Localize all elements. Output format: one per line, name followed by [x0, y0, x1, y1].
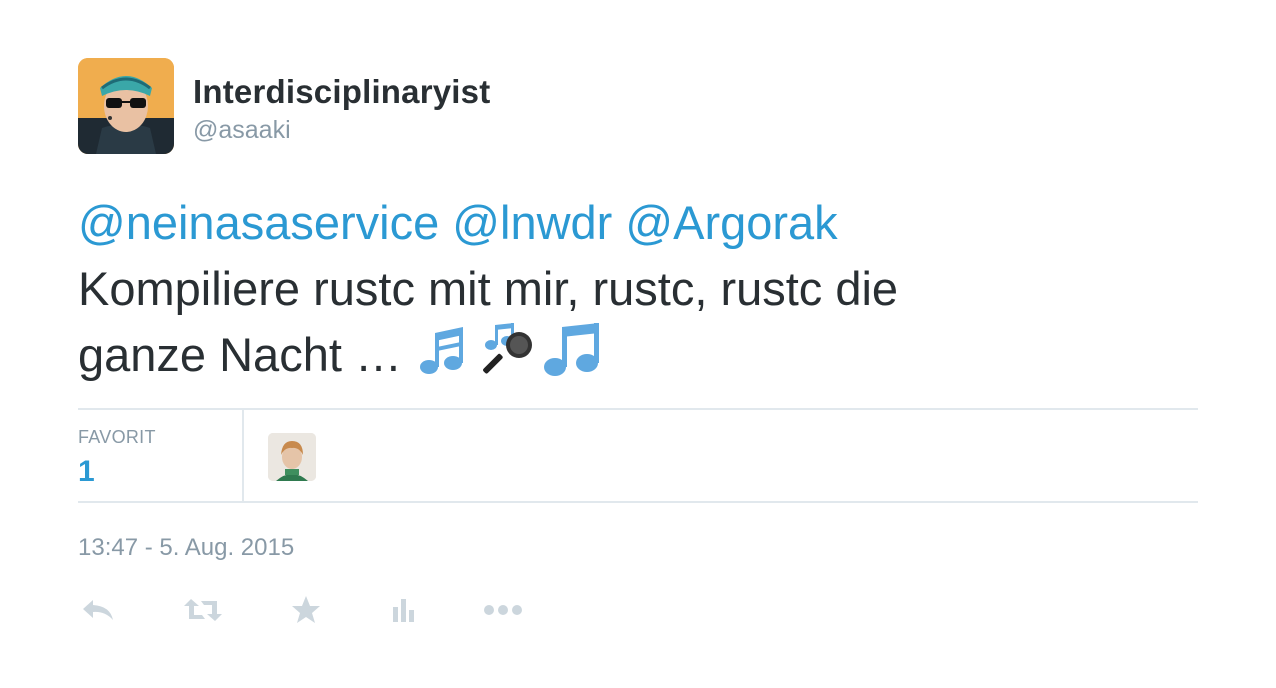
favoriter-avatar[interactable]: [268, 433, 316, 481]
tweet-text: @neinasaservice @lnwdr @Argorak Kompilie…: [78, 190, 1138, 388]
analytics-icon: [393, 599, 414, 622]
microphone-icon: [483, 323, 533, 374]
tweet-line-2-text: ganze Nacht …: [78, 328, 402, 381]
mention-link[interactable]: @neinasaservice: [78, 196, 439, 249]
more-icon: [484, 605, 522, 615]
tweet-line-2: ganze Nacht …: [78, 322, 1138, 388]
favorites-count[interactable]: 1: [78, 455, 95, 489]
tweet-stats: FAVORIT 1: [78, 408, 1198, 503]
tweet-line-1: Kompiliere rustc mit mir, rustc, rustc d…: [78, 262, 899, 315]
more-button[interactable]: [483, 590, 523, 630]
mention-link[interactable]: @Argorak: [625, 196, 837, 249]
tweet-timestamp[interactable]: 13:47 - 5. Aug. 2015: [78, 534, 294, 562]
tweet-card: Interdisciplinaryist @asaaki @neinasaser…: [0, 0, 1276, 688]
favorite-button[interactable]: [286, 590, 326, 630]
multiple-musical-notes-icon: [420, 327, 464, 374]
author-display-name[interactable]: Interdisciplinaryist: [193, 73, 490, 111]
author-avatar[interactable]: [78, 58, 174, 154]
analytics-button[interactable]: [383, 590, 423, 630]
author-avatar-image: [78, 58, 174, 154]
favorite-icon: [292, 596, 320, 623]
reply-icon: [83, 600, 113, 620]
favorites-label: FAVORIT: [78, 427, 156, 447]
tweet-line-mentions: @neinasaservice @lnwdr @Argorak: [78, 190, 1138, 256]
retweet-button[interactable]: [183, 590, 223, 630]
music-emoji-icons: [420, 323, 600, 376]
musical-note-icon: [544, 323, 600, 376]
mention-link[interactable]: @lnwdr: [452, 196, 612, 249]
favoriter-avatar-image: [268, 433, 316, 481]
stats-divider: [242, 410, 244, 501]
reply-button[interactable]: [78, 590, 118, 630]
author-handle[interactable]: @asaaki: [193, 116, 291, 145]
retweet-icon: [184, 599, 222, 621]
